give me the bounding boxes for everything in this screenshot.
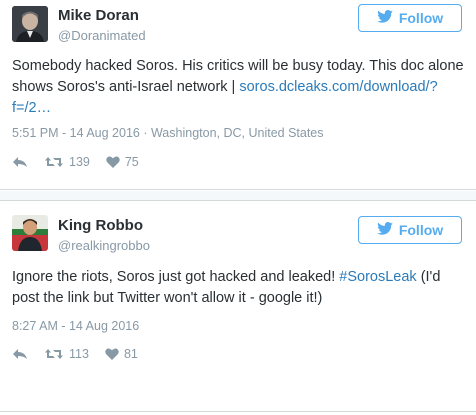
follow-label: Follow [398, 222, 444, 238]
reply-icon [12, 156, 28, 168]
like-count: 81 [123, 347, 138, 361]
divider [0, 191, 476, 200]
reply-button[interactable] [12, 348, 28, 360]
tweet-actions: 139 75 [12, 155, 155, 169]
tweet-timestamp[interactable]: 8:27 AM - 14 Aug 2016 [12, 319, 139, 333]
user-handle[interactable]: @realkingrobbo [58, 238, 150, 253]
reply-button[interactable] [12, 156, 28, 168]
tweet-text: Somebody hacked Soros. His critics will … [12, 56, 467, 119]
follow-button[interactable]: Follow [358, 216, 462, 244]
retweet-count: 139 [69, 155, 90, 169]
like-count: 75 [124, 155, 139, 169]
heart-icon [105, 348, 119, 360]
avatar[interactable] [12, 215, 48, 251]
like-button[interactable]: 81 [105, 347, 138, 361]
tweet-card: Mike Doran @Doranimated Follow Somebody … [0, 0, 476, 190]
like-button[interactable]: 75 [106, 155, 139, 169]
user-handle[interactable]: @Doranimated [58, 28, 146, 43]
twitter-bird-icon [377, 10, 393, 26]
retweet-icon [44, 348, 64, 360]
reply-icon [12, 348, 28, 360]
display-name[interactable]: King Robbo [58, 217, 143, 234]
twitter-bird-icon [377, 222, 393, 238]
tweet-card: King Robbo @realkingrobbo Follow Ignore … [0, 200, 476, 412]
tweet-timestamp[interactable]: 5:51 PM - 14 Aug 2016 · Washington, DC, … [12, 126, 324, 140]
retweet-icon [44, 156, 64, 168]
retweet-button[interactable]: 139 [44, 155, 90, 169]
avatar[interactable] [12, 6, 48, 42]
tweet-body: Ignore the riots, Soros just got hacked … [12, 269, 340, 285]
retweet-button[interactable]: 113 [44, 347, 89, 361]
tweet-actions: 113 81 [12, 347, 154, 361]
follow-button[interactable]: Follow [358, 4, 462, 32]
follow-label: Follow [398, 10, 444, 26]
display-name[interactable]: Mike Doran [58, 7, 139, 24]
heart-icon [106, 156, 120, 168]
retweet-count: 113 [69, 347, 89, 361]
tweet-text: Ignore the riots, Soros just got hacked … [12, 267, 467, 309]
hashtag-link[interactable]: #SorosLeak [339, 269, 416, 285]
